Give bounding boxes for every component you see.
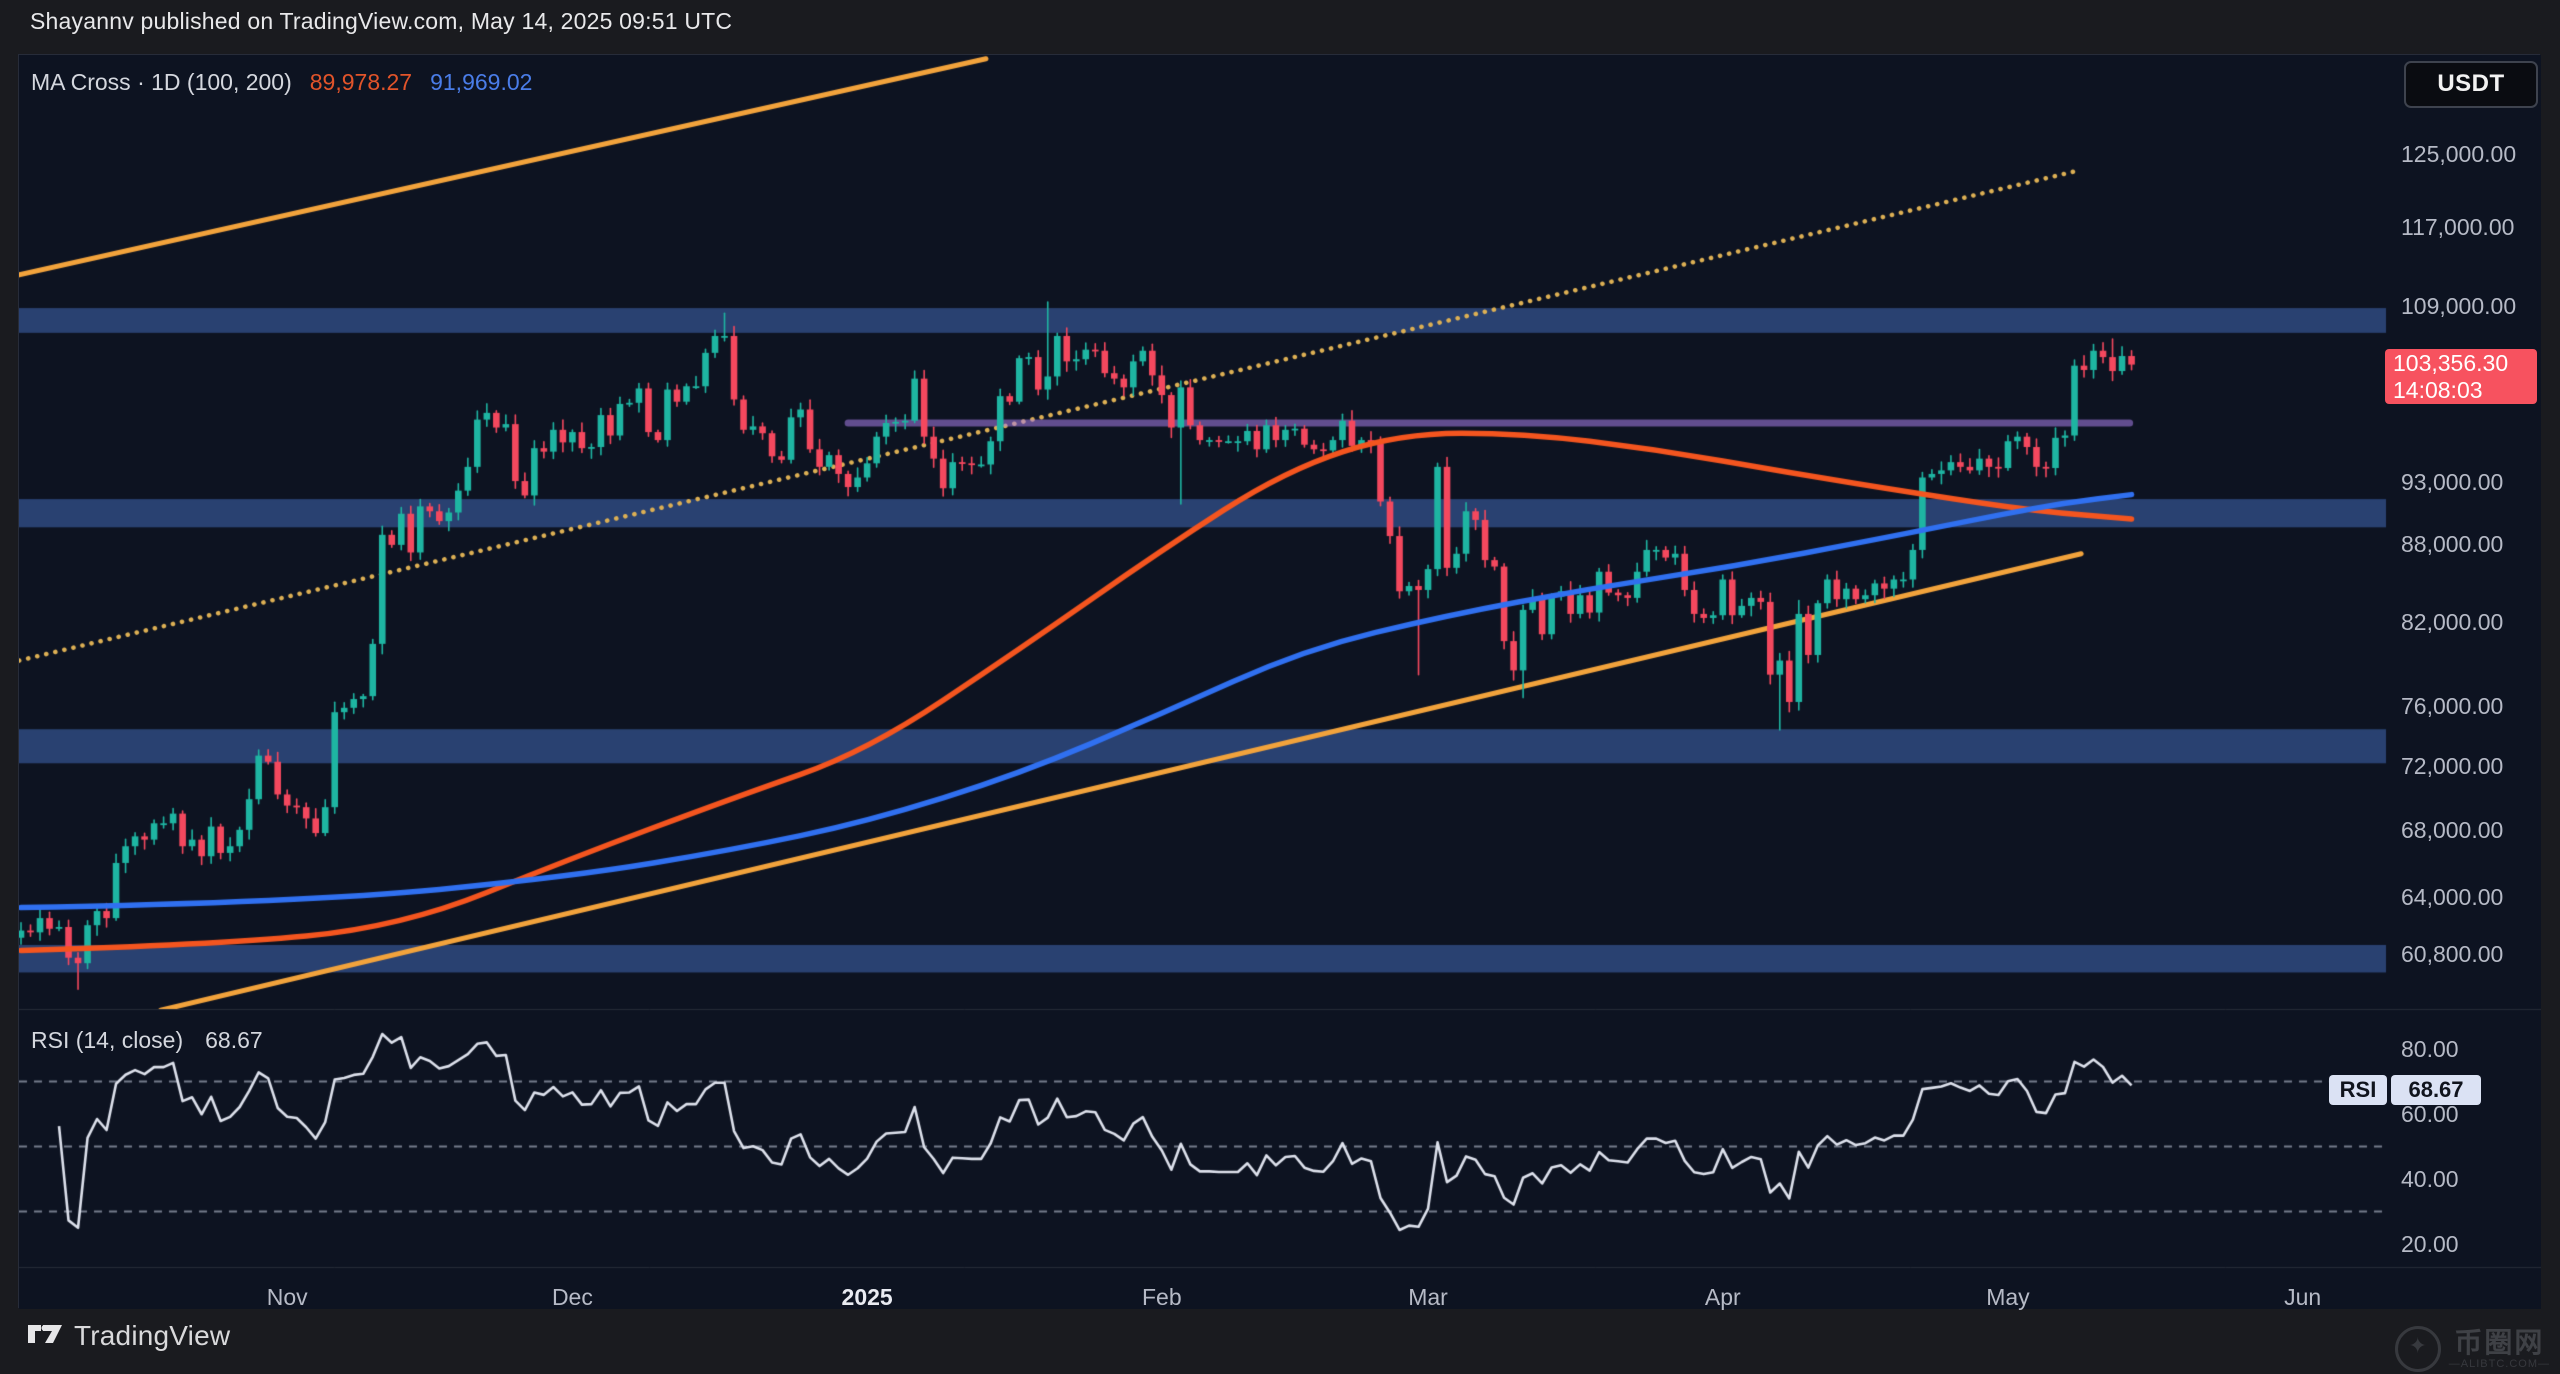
currency-usdt-button[interactable]: USDT [2404,61,2538,108]
tradingview-snapshot: Shayannv published on TradingView.com, M… [0,0,2560,1374]
price-chart-canvas[interactable] [19,55,2541,1309]
price-countdown: 14:08:03 [2393,377,2537,404]
tradingview-logo-icon [28,1324,62,1348]
rsi-value-pill: 68.67 [2391,1075,2481,1105]
watermark-logo-icon [2395,1326,2441,1372]
current-price-value: 103,356.30 [2393,350,2537,377]
current-price-badge: 103,356.30 14:08:03 [2385,349,2537,404]
watermark-domain: —ALIBTC.COM— [2449,1358,2550,1370]
tradingview-brand-link[interactable]: TradingView [28,1320,230,1352]
rsi-title: RSI (14, close) [31,1027,183,1054]
site-watermark: 币圈网 —ALIBTC.COM— [2395,1326,2550,1372]
rsi-legend: RSI (14, close) 68.67 [31,1027,263,1054]
ma200-value: 91,969.02 [430,69,532,96]
publish-header: Shayannv published on TradingView.com, M… [30,6,732,36]
main-legend: MA Cross · 1D (100, 200) 89,978.27 91,96… [31,69,532,96]
watermark-title: 币圈网 [2454,1328,2544,1358]
rsi-tag-pill: RSI [2329,1075,2387,1105]
ma100-value: 89,978.27 [310,69,412,96]
ma-cross-title: MA Cross · 1D (100, 200) [31,69,292,96]
rsi-value: 68.67 [205,1027,263,1054]
chart-card: MA Cross · 1D (100, 200) 89,978.27 91,96… [18,54,2540,1308]
tradingview-wordmark: TradingView [74,1320,230,1352]
footer-bar: TradingView 币圈网 —ALIBTC.COM— [0,1308,2560,1374]
